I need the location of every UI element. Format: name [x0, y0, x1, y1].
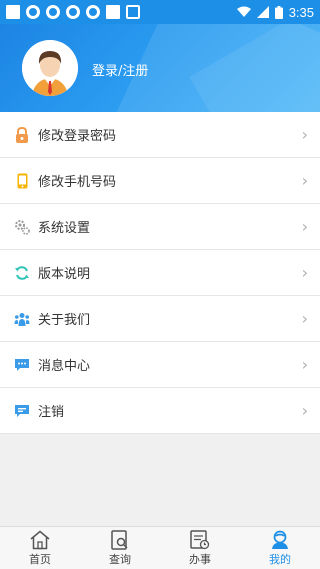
- bottom-tab-bar: 首页 查询 办事 我的: [0, 526, 320, 569]
- gear-icon: [14, 219, 30, 235]
- notification-ring-icon: [26, 5, 40, 19]
- notification-ring-icon: [86, 5, 100, 19]
- chevron-right-icon: ›: [301, 263, 308, 282]
- tab-home[interactable]: 首页: [0, 527, 80, 569]
- chevron-right-icon: ›: [301, 355, 308, 374]
- tab-label: 我的: [269, 552, 291, 566]
- menu-label: 消息中心: [38, 359, 91, 374]
- signal-icon: [256, 6, 269, 18]
- notification-ring-icon: [46, 5, 60, 19]
- profile-header: 登录/注册: [0, 24, 320, 112]
- menu-label: 系统设置: [38, 221, 91, 236]
- phone-icon: [14, 173, 30, 189]
- task-icon: [190, 529, 210, 549]
- settings-menu: 修改登录密码 › 修改手机号码 › 系统设置 › 版本说明 › 关于我们 › 消…: [0, 112, 320, 434]
- avatar[interactable]: [22, 40, 78, 96]
- search-doc-icon: [111, 529, 128, 550]
- menu-label: 关于我们: [38, 313, 91, 328]
- notification-square-icon: [6, 5, 20, 19]
- chevron-right-icon: ›: [301, 401, 308, 420]
- tab-mine[interactable]: 我的: [240, 527, 320, 569]
- tab-label: 首页: [29, 552, 51, 566]
- menu-item-system-settings[interactable]: 系统设置 ›: [0, 204, 320, 250]
- tab-label: 查询: [109, 552, 131, 566]
- message-icon: [14, 357, 30, 373]
- menu-label: 版本说明: [38, 267, 91, 282]
- menu-label: 修改手机号码: [38, 175, 117, 190]
- avatar-illustration-icon: [22, 40, 78, 96]
- menu-item-version-notes[interactable]: 版本说明 ›: [0, 250, 320, 296]
- chevron-right-icon: ›: [301, 171, 308, 190]
- notification-icons: [6, 5, 140, 19]
- status-time: 3:35: [288, 4, 314, 20]
- status-bar: 3:35: [0, 0, 320, 24]
- group-icon: [14, 311, 30, 327]
- tab-query[interactable]: 查询: [80, 527, 160, 569]
- lock-icon: [14, 126, 30, 143]
- tab-services[interactable]: 办事: [160, 527, 240, 569]
- menu-item-about-us[interactable]: 关于我们 ›: [0, 296, 320, 342]
- notification-ring-icon: [66, 5, 80, 19]
- battery-icon: [274, 5, 283, 19]
- refresh-icon: [14, 265, 30, 281]
- menu-item-logout[interactable]: 注销 ›: [0, 388, 320, 434]
- chevron-right-icon: ›: [301, 217, 308, 236]
- home-icon: [30, 530, 50, 549]
- chevron-right-icon: ›: [301, 309, 308, 328]
- menu-label: 修改登录密码: [38, 129, 117, 144]
- chevron-right-icon: ›: [301, 125, 308, 144]
- notification-image-icon: [126, 5, 140, 19]
- user-icon: [272, 530, 288, 549]
- login-register-link[interactable]: 登录/注册: [92, 60, 148, 79]
- menu-item-change-phone[interactable]: 修改手机号码 ›: [0, 158, 320, 204]
- menu-label: 注销: [38, 405, 65, 420]
- menu-item-message-center[interactable]: 消息中心 ›: [0, 342, 320, 388]
- notification-square-icon: [106, 5, 120, 19]
- menu-item-change-password[interactable]: 修改登录密码 ›: [0, 112, 320, 158]
- tab-label: 办事: [189, 552, 211, 566]
- chat-icon: [14, 403, 30, 419]
- wifi-icon: [236, 6, 251, 17]
